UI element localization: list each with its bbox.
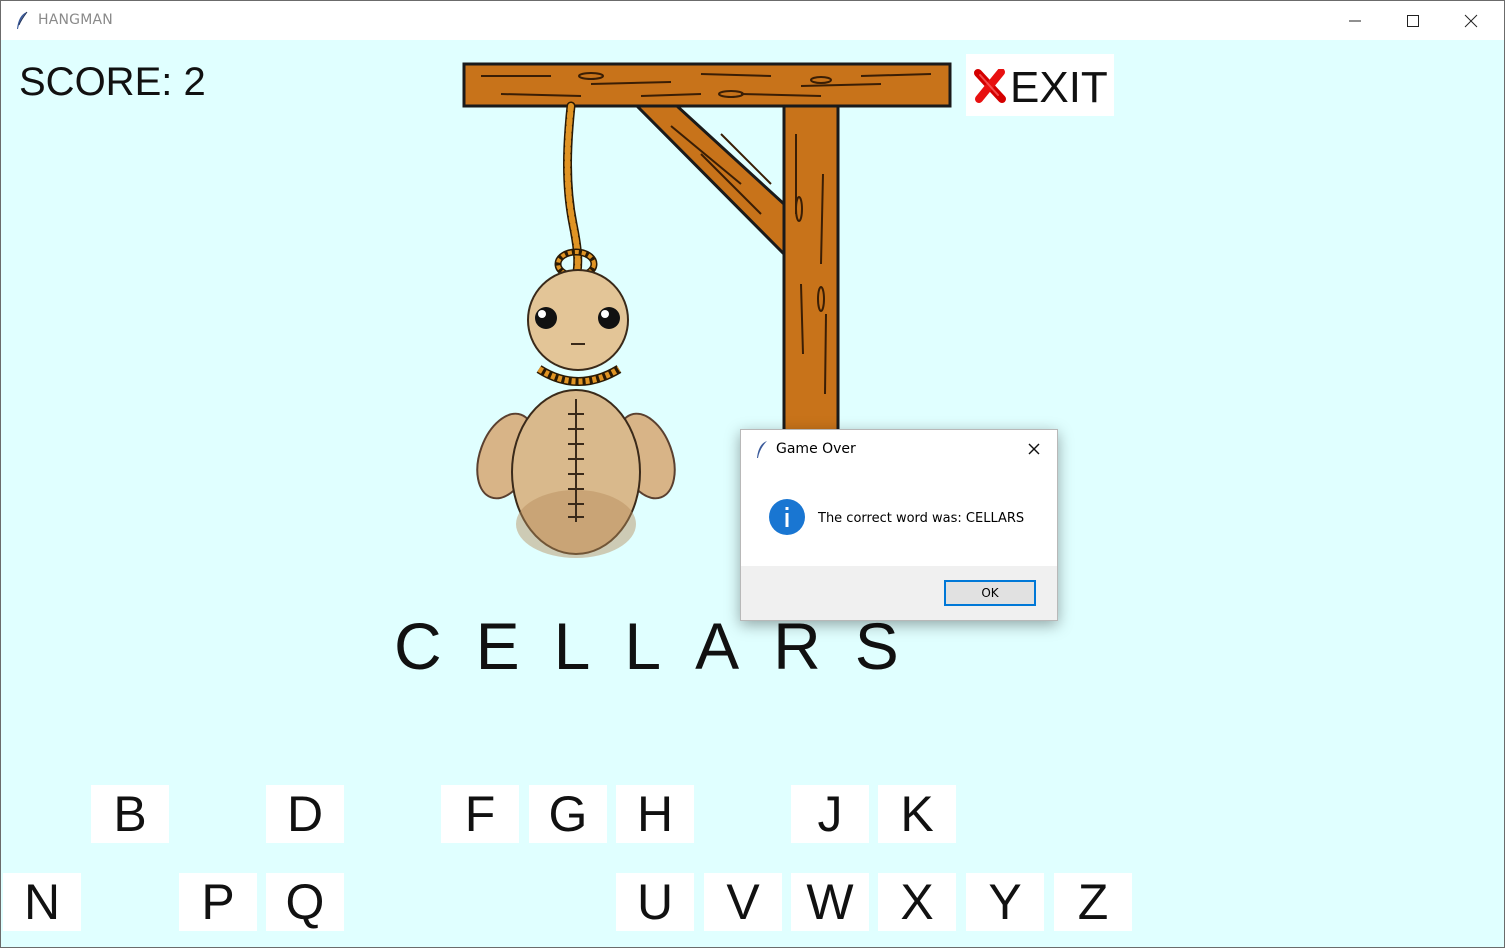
key-f[interactable]: F bbox=[441, 785, 519, 843]
key-n[interactable]: N bbox=[3, 873, 81, 931]
game-over-dialog: Game Over The correct word was: CELLARS … bbox=[740, 429, 1058, 621]
feather-icon bbox=[15, 11, 29, 31]
key-p[interactable]: P bbox=[179, 873, 257, 931]
maximize-button[interactable] bbox=[1384, 1, 1442, 40]
key-z[interactable]: Z bbox=[1054, 873, 1132, 931]
ok-button[interactable]: OK bbox=[944, 580, 1036, 606]
exit-label: EXIT bbox=[1010, 63, 1108, 112]
key-v[interactable]: V bbox=[704, 873, 782, 931]
gallows-beam bbox=[462, 62, 952, 108]
key-h[interactable]: H bbox=[616, 785, 694, 843]
dialog-footer: OK bbox=[741, 566, 1057, 620]
dialog-title: Game Over bbox=[776, 441, 856, 457]
key-u[interactable]: U bbox=[616, 873, 694, 931]
hangman-window: HANGMAN SCORE: 2 EXIT CELLARS B D F G H … bbox=[0, 0, 1505, 948]
score-label: SCORE: 2 bbox=[19, 60, 206, 104]
key-g[interactable]: G bbox=[529, 785, 607, 843]
exit-button[interactable]: EXIT bbox=[966, 54, 1114, 116]
close-window-button[interactable] bbox=[1442, 1, 1500, 40]
key-w[interactable]: W bbox=[791, 873, 869, 931]
dialog-message: The correct word was: CELLARS bbox=[818, 511, 1025, 526]
key-k[interactable]: K bbox=[878, 785, 956, 843]
rope bbox=[554, 101, 598, 280]
game-canvas: SCORE: 2 EXIT CELLARS B D F G H J K N P … bbox=[1, 40, 1504, 947]
key-x[interactable]: X bbox=[878, 873, 956, 931]
window-title: HANGMAN bbox=[38, 12, 113, 28]
key-y[interactable]: Y bbox=[966, 873, 1044, 931]
red-x-icon bbox=[974, 68, 1006, 108]
gallows-brace bbox=[633, 104, 786, 258]
key-b[interactable]: B bbox=[91, 785, 169, 843]
minimize-button[interactable] bbox=[1326, 1, 1384, 40]
doll-figure bbox=[476, 269, 676, 558]
key-q[interactable]: Q bbox=[266, 873, 344, 931]
title-bar[interactable]: HANGMAN bbox=[1, 1, 1504, 40]
key-j[interactable]: J bbox=[791, 785, 869, 843]
info-icon bbox=[768, 498, 806, 541]
key-d[interactable]: D bbox=[266, 785, 344, 843]
dialog-close-button[interactable] bbox=[1023, 438, 1045, 460]
feather-icon bbox=[756, 440, 768, 465]
